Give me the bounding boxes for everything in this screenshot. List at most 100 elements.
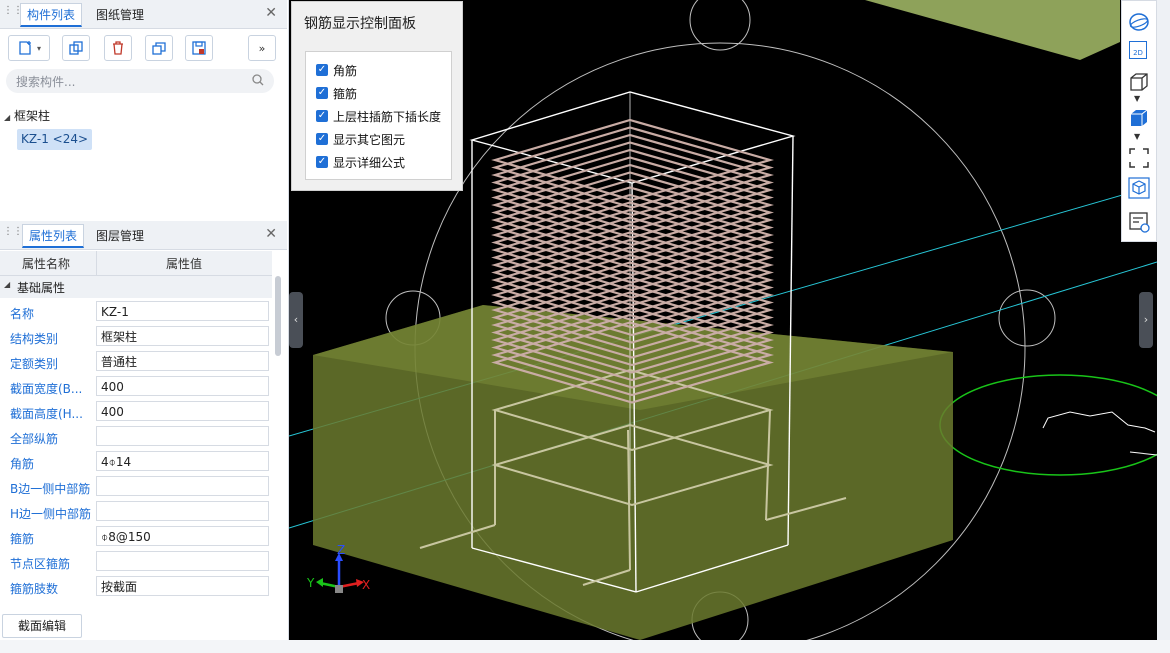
double-chevron-right-icon: » [258, 41, 266, 55]
property-scrollbar[interactable] [275, 276, 281, 356]
search-input[interactable]: 搜索构件... [16, 73, 75, 90]
property-name: 定额类别 [10, 357, 59, 371]
property-row[interactable]: 名称 KZ-1 [0, 300, 272, 325]
property-name: 截面宽度(B... [10, 382, 83, 396]
property-name: 箍筋肢数 [10, 582, 59, 596]
close-icon[interactable]: ✕ [265, 5, 277, 21]
tab-drawing-management[interactable]: 图纸管理 [90, 4, 150, 26]
property-value-field[interactable]: 按截面 [96, 576, 269, 596]
copy-to-floor-button[interactable] [145, 35, 173, 61]
checkbox-upper-dowel-length[interactable]: ✓ 上层柱插筋下插长度 [316, 107, 441, 125]
property-value-field[interactable]: KZ-1 [96, 301, 269, 321]
property-tabbar: ⋮⋮ 属性列表 图层管理 ✕ [0, 221, 287, 250]
property-row[interactable]: B边一侧中部筋 [0, 475, 272, 500]
save-template-button[interactable] [185, 35, 213, 61]
property-value-field[interactable] [96, 476, 269, 496]
orbit-icon[interactable] [1128, 11, 1150, 33]
property-row[interactable]: 结构类别 框架柱 [0, 325, 272, 350]
tree-item-kz1[interactable]: KZ-1 <24> [17, 129, 93, 150]
property-row[interactable]: 节点区箍筋 [0, 550, 272, 575]
property-value-field[interactable] [96, 551, 269, 571]
view-3d-box-icon[interactable] [1128, 71, 1150, 93]
property-value-field[interactable]: 4⌽14 [96, 451, 269, 471]
section-basic-properties[interactable]: ◢ 基础属性 [0, 276, 272, 298]
checkbox-stirrup[interactable]: ✓ 箍筋 [316, 84, 357, 102]
component-search[interactable]: 搜索构件... [6, 69, 274, 93]
property-name: 全部纵筋 [10, 432, 59, 446]
axis-x-label: X [362, 578, 370, 592]
view-2d-icon[interactable]: 2D [1129, 41, 1147, 59]
search-icon[interactable] [252, 74, 264, 86]
property-row[interactable]: 箍筋 ⌽8@150 [0, 525, 272, 550]
checkbox-label: 箍筋 [333, 86, 358, 101]
rebar-polyline [1042, 411, 1156, 433]
property-value-field[interactable]: 400 [96, 376, 269, 396]
property-name: 角筋 [10, 457, 35, 471]
more-button[interactable]: » [248, 35, 276, 61]
drag-grip-icon[interactable]: ⋮⋮ [3, 6, 23, 21]
property-name: H边一侧中部筋 [10, 507, 92, 521]
axis-z-label: Z [337, 545, 345, 557]
checkmark-icon[interactable]: ✓ [316, 156, 328, 168]
checkmark-icon[interactable]: ✓ [316, 133, 328, 145]
new-component-button[interactable]: ▾ [8, 35, 50, 61]
section-label: 基础属性 [17, 281, 66, 295]
new-file-icon [19, 41, 31, 55]
checkbox-show-formula[interactable]: ✓ 显示详细公式 [316, 153, 405, 171]
property-name: 名称 [10, 307, 35, 321]
collapse-arrow-icon[interactable]: ◢ [4, 280, 10, 289]
property-name: 结构类别 [10, 332, 59, 346]
property-value-field[interactable]: ⌽8@150 [96, 526, 269, 546]
checkbox-corner-bar[interactable]: ✓ 角筋 [316, 61, 357, 79]
view-3d-solid-icon[interactable] [1128, 107, 1150, 129]
checkmark-icon[interactable]: ✓ [316, 110, 328, 122]
copy-icon [69, 41, 83, 55]
dropdown-arrow-icon[interactable]: ▼ [1134, 94, 1140, 103]
property-row[interactable]: 全部纵筋 [0, 425, 272, 450]
checkbox-show-other-elements[interactable]: ✓ 显示其它图元 [316, 130, 405, 148]
chevron-right-icon: › [1143, 313, 1149, 326]
property-row[interactable]: 角筋 4⌽14 [0, 450, 272, 475]
dropdown-arrow-icon[interactable]: ▼ [1134, 132, 1140, 141]
tree-group-frame-column[interactable]: ◢ 框架柱 [4, 107, 50, 124]
property-value-field[interactable]: 框架柱 [96, 326, 269, 346]
property-row[interactable]: H边一侧中部筋 [0, 500, 272, 525]
isometric-icon[interactable] [1128, 177, 1150, 199]
property-name: 截面高度(H... [10, 407, 83, 421]
left-panel: ⋮⋮ 构件列表 图纸管理 ✕ ▾ » 搜索构件... ◢ 框架柱 KZ-1 <2… [0, 0, 289, 653]
property-value-field[interactable]: 普通柱 [96, 351, 269, 371]
drag-grip-icon[interactable]: ⋮⋮ [3, 227, 23, 242]
layers-copy-icon [152, 42, 166, 55]
tab-component-list[interactable]: 构件列表 [20, 3, 83, 27]
property-row[interactable]: 定额类别 普通柱 [0, 350, 272, 375]
status-bar [0, 640, 1170, 653]
column-header-value: 属性值 [166, 257, 203, 271]
property-value-field[interactable]: 400 [96, 401, 269, 421]
expand-arrow-icon[interactable]: ◢ [4, 113, 10, 122]
column-header-name: 属性名称 [22, 257, 71, 271]
section-edit-button[interactable]: 截面编辑 [2, 614, 82, 638]
collapse-right-handle[interactable]: › [1139, 292, 1153, 348]
collapse-left-handle[interactable]: ‹ [289, 292, 303, 348]
checkmark-icon[interactable]: ✓ [316, 87, 328, 99]
checkmark-icon[interactable]: ✓ [316, 64, 328, 76]
delete-button[interactable] [104, 35, 132, 61]
tab-layer-management[interactable]: 图层管理 [90, 225, 150, 247]
copy-button[interactable] [62, 35, 90, 61]
checkbox-label: 角筋 [333, 63, 358, 78]
fit-view-icon[interactable] [1128, 147, 1150, 169]
slab-surface [865, 0, 1120, 60]
properties-view-icon[interactable] [1128, 211, 1150, 233]
close-icon[interactable]: ✕ [265, 226, 277, 242]
component-tabbar: ⋮⋮ 构件列表 图纸管理 ✕ [0, 0, 287, 29]
property-value-field[interactable] [96, 501, 269, 521]
tab-property-list[interactable]: 属性列表 [22, 224, 85, 248]
rebar-display-panel: 钢筋显示控制面板 ✓ 角筋 ✓ 箍筋 ✓ 上层柱插筋下插长度 ✓ 显示其它图元 ✓ 显示详… [291, 1, 463, 191]
property-row[interactable]: 截面高度(H... 400 [0, 400, 272, 425]
property-row[interactable]: 箍筋肢数 按截面 [0, 575, 272, 600]
foundation-outline [939, 374, 1157, 476]
property-value-field[interactable] [96, 426, 269, 446]
checkbox-label: 上层柱插筋下插长度 [333, 109, 442, 124]
save-icon [192, 41, 206, 55]
property-row[interactable]: 截面宽度(B... 400 [0, 375, 272, 400]
